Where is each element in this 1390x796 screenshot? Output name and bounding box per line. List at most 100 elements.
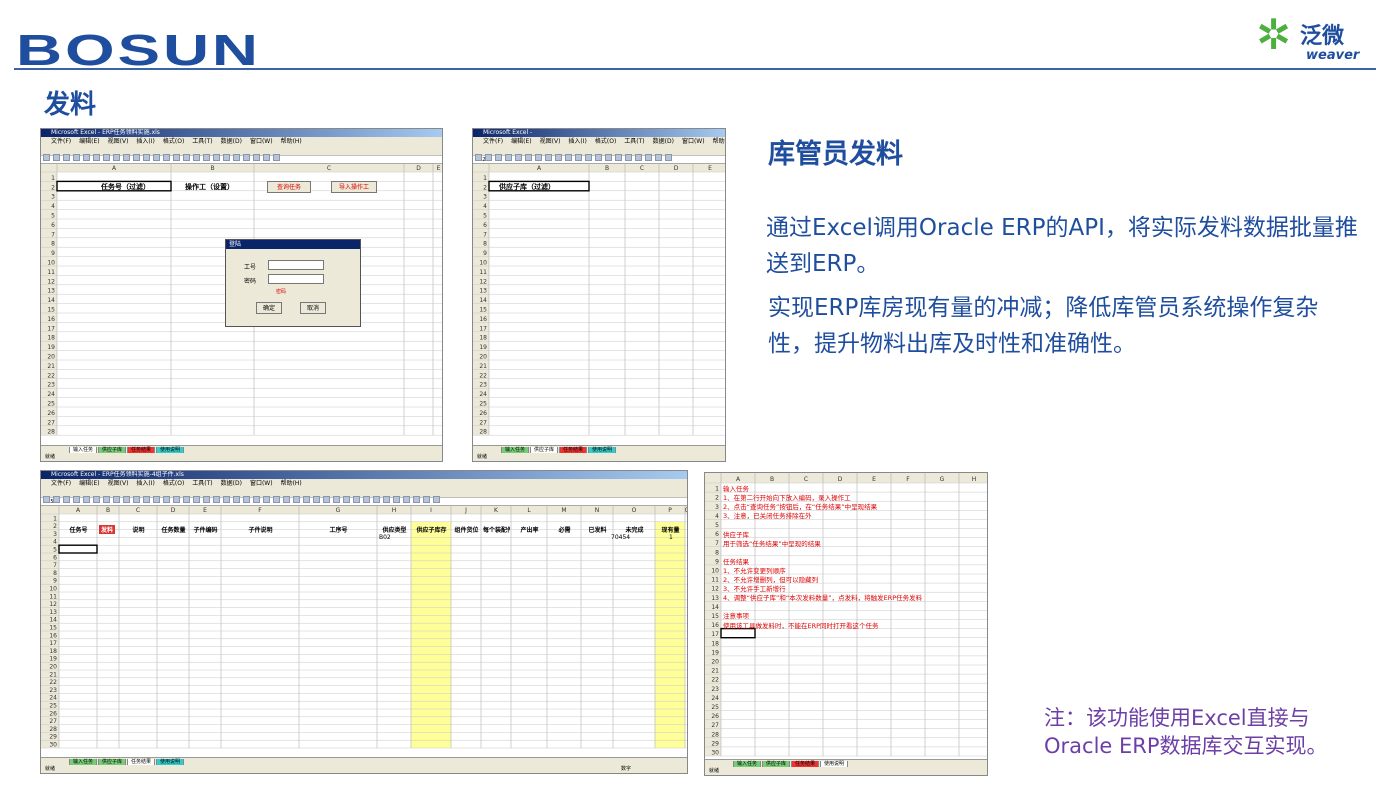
- column-letter: D: [416, 165, 421, 172]
- row-number: 6: [53, 554, 57, 561]
- column-letter: G: [336, 507, 341, 514]
- row-number: 19: [711, 649, 719, 656]
- footnote-line-1: 注：该功能使用Excel直接与: [1044, 706, 1310, 730]
- formula-bar[interactable]: [41, 156, 442, 164]
- login-user-input[interactable]: [268, 260, 324, 270]
- login-ok-button[interactable]: 确定: [256, 302, 282, 314]
- row-number: 10: [49, 586, 57, 593]
- menu-format[interactable]: 格式(O): [595, 138, 616, 145]
- column-letter: I: [430, 507, 432, 514]
- login-cancel-button[interactable]: 取消: [300, 302, 326, 314]
- row-number: 7: [51, 231, 55, 238]
- login-dialog-title: 登陆: [226, 240, 360, 249]
- import-operator-button[interactable]: 导入操作工: [331, 181, 377, 193]
- menu-data[interactable]: 数据(D): [221, 480, 242, 487]
- menu-data[interactable]: 数据(D): [653, 138, 674, 145]
- menu-view[interactable]: 视图(V): [108, 480, 129, 487]
- menu-view[interactable]: 视图(V): [540, 138, 561, 145]
- column-letter: E: [872, 476, 876, 483]
- menu-edit[interactable]: 编辑(E): [511, 138, 531, 145]
- row-number: 24: [711, 695, 719, 702]
- column-letter: Q: [685, 507, 688, 514]
- status-numlock: 数字: [621, 766, 632, 772]
- menu-window[interactable]: 窗口(W): [682, 138, 705, 145]
- query-task-button[interactable]: 查询任务: [267, 181, 311, 193]
- row-number: 9: [51, 250, 55, 257]
- menu-file[interactable]: 文件(F): [483, 138, 503, 145]
- highlight-column: [655, 521, 685, 748]
- column-header-bar: [41, 164, 442, 172]
- instruction-line: 3、注意，已关闭任务排除在外: [723, 512, 812, 521]
- row-number: 13: [479, 288, 487, 295]
- row-number: 10: [711, 568, 719, 575]
- row-number: 11: [49, 593, 57, 600]
- header-cell: 工序号: [329, 527, 348, 534]
- header-cell: 供应类型: [382, 527, 407, 534]
- row-number: 3: [715, 504, 719, 511]
- header-divider: [14, 68, 1376, 70]
- column-letter: E: [203, 507, 207, 514]
- sheet-grid-3[interactable]: ABCDEFGHIJKLMNOPQ12345678910111213141516…: [41, 506, 688, 756]
- row-number: 26: [47, 410, 55, 417]
- column-letter: M: [561, 507, 566, 514]
- row-number: 5: [51, 213, 55, 220]
- login-user-label: 工号: [244, 264, 257, 271]
- header-task-no: 任务号（过滤）: [101, 183, 150, 191]
- menu-tools[interactable]: 工具(T): [624, 138, 644, 145]
- sheet-grid-2[interactable]: A B C D E12345678910111213141516171819202122…: [473, 164, 726, 444]
- row-number: 3: [483, 194, 487, 201]
- row-number: 29: [711, 740, 719, 747]
- menu-tools[interactable]: 工具(T): [192, 480, 212, 487]
- row-number: 26: [49, 710, 57, 717]
- row-number: 4: [483, 203, 487, 210]
- row-number: 12: [47, 278, 55, 285]
- row-number: 2: [53, 523, 57, 530]
- header-cell: 发料: [99, 525, 115, 534]
- row-number: 22: [479, 372, 487, 379]
- row-number: 17: [711, 631, 719, 638]
- right-title: 库管员发料: [768, 139, 903, 170]
- menu-window[interactable]: 窗口(W): [250, 480, 273, 487]
- menu-format[interactable]: 格式(O): [163, 138, 184, 145]
- menu-data[interactable]: 数据(D): [221, 138, 242, 145]
- menu-help[interactable]: 帮助(H): [281, 480, 302, 487]
- menu-bar: 文件(F) 编辑(E) 视图(V) 插入(I) 格式(O) 工具(T) 数据(D) 窗口(W)…: [41, 137, 442, 146]
- column-letter: E: [708, 165, 712, 172]
- row-number: 21: [49, 671, 57, 678]
- login-password-input[interactable]: [268, 274, 324, 284]
- row-number: 18: [479, 335, 487, 342]
- row-number: 7: [715, 540, 719, 547]
- menu-help[interactable]: 帮助(H): [713, 138, 725, 145]
- menu-bar-2: 文件(F) 编辑(E) 视图(V) 插入(I) 格式(O) 工具(T) 数据(D) 窗口(W)…: [473, 137, 725, 146]
- column-letter: B: [106, 507, 110, 514]
- row-number: 28: [49, 726, 57, 733]
- menu-edit[interactable]: 编辑(E): [79, 480, 99, 487]
- row-number: 2: [483, 184, 487, 191]
- menu-insert[interactable]: 插入(I): [568, 138, 586, 145]
- row-number: 25: [49, 703, 57, 710]
- row-number: 18: [47, 335, 55, 342]
- menu-file[interactable]: 文件(F): [51, 480, 71, 487]
- menu-edit[interactable]: 编辑(E): [79, 138, 99, 145]
- status-bar: 就绪: [41, 453, 442, 461]
- row-number: 24: [49, 695, 57, 702]
- menu-insert[interactable]: 插入(I): [136, 138, 154, 145]
- row-number: 11: [47, 269, 55, 276]
- menu-view[interactable]: 视图(V): [108, 138, 129, 145]
- row-number: 16: [711, 622, 719, 629]
- row-number: 10: [479, 260, 487, 267]
- row-number: 9: [715, 558, 719, 565]
- weaver-logo: ✲ 泛微 weaver: [1256, 12, 1376, 68]
- column-letter: F: [258, 507, 262, 514]
- row-number: 28: [711, 731, 719, 738]
- menu-help[interactable]: 帮助(H): [281, 138, 302, 145]
- menu-insert[interactable]: 插入(I): [136, 480, 154, 487]
- menu-window[interactable]: 窗口(W): [250, 138, 273, 145]
- menu-bar-3: 文件(F) 编辑(E) 视图(V) 插入(I) 格式(O) 工具(T) 数据(D) 窗口(W)…: [41, 479, 687, 488]
- row-number: 9: [483, 250, 487, 257]
- menu-tools[interactable]: 工具(T): [192, 138, 212, 145]
- menu-file[interactable]: 文件(F): [51, 138, 71, 145]
- menu-format[interactable]: 格式(O): [163, 480, 184, 487]
- row-number: 19: [47, 344, 55, 351]
- row-number: 15: [479, 307, 487, 314]
